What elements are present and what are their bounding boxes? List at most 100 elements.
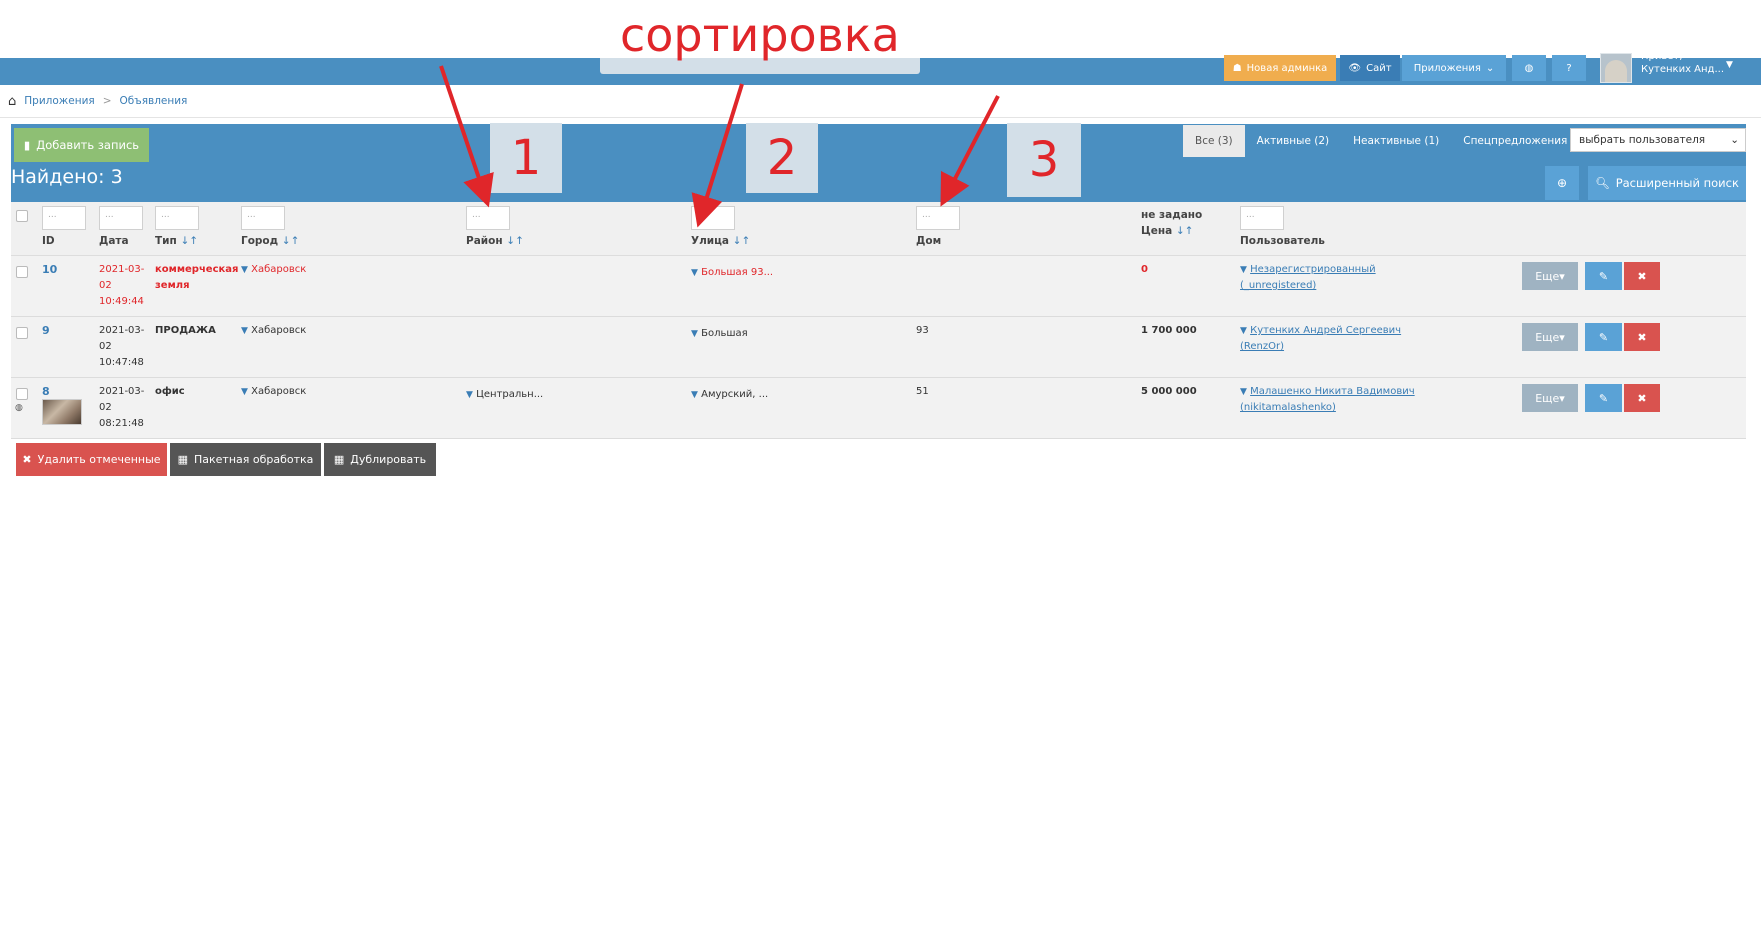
row-checkbox[interactable] (16, 327, 28, 339)
row-user[interactable]: ▼ Малашенко Никита Вадимович (nikitamala… (1240, 384, 1415, 416)
chevron-down-icon: ⌄ (1730, 134, 1739, 146)
user-link[interactable]: Кутенких Андрей Сергеевич (1250, 325, 1401, 336)
breadcrumb-item-ads[interactable]: Объявления (120, 95, 188, 107)
tab-inactive[interactable]: Неактивные (1) (1341, 125, 1451, 157)
filter-icon: ▼ (1240, 387, 1247, 397)
filter-street-input[interactable]: ... (691, 206, 735, 230)
annotation-number-2: 2 (746, 123, 818, 193)
row-date: 2021-03- 02 08:21:48 (99, 386, 145, 429)
edit-button[interactable]: ✎ (1585, 262, 1622, 290)
filter-district-input[interactable]: ... (466, 206, 510, 230)
search-icon: 🔍︎ (1595, 176, 1610, 190)
filter-id-input[interactable]: ... (42, 206, 86, 230)
chevron-down-icon: ⌄ (1485, 62, 1495, 74)
row-house: 51 (916, 386, 929, 397)
filter-icon: ▼ (691, 329, 698, 339)
price-note: не задано (1141, 209, 1203, 221)
delete-selected-button[interactable]: ✖ Удалить отмеченные (16, 443, 167, 476)
annotation-title: сортировка (620, 8, 900, 62)
tab-active[interactable]: Активные (2) (1245, 125, 1341, 157)
user-greeting[interactable]: Привет, Кутенких Анд... (1641, 50, 1724, 76)
site-button[interactable]: 👁 Сайт (1340, 55, 1400, 81)
add-record-button[interactable]: ▮ Добавить запись (14, 128, 149, 162)
col-price-header[interactable]: Цена ↓↑ (1141, 225, 1193, 237)
sort-arrows-icon[interactable]: ↓↑ (506, 235, 524, 247)
row-price: 5 000 000 (1141, 386, 1197, 397)
delete-button[interactable]: ✖ (1624, 262, 1660, 290)
row-user[interactable]: ▼ Незарегистрированный (_unregistered) (1240, 262, 1376, 294)
grid-icon: ▦ (177, 453, 188, 466)
edit-button[interactable]: ✎ (1585, 384, 1622, 412)
found-count: Найдено: 3 (11, 166, 123, 188)
breadcrumb: ⌂ Приложения > Объявления (0, 85, 1761, 118)
globe-button[interactable]: ◍ (1512, 55, 1546, 81)
user-login-link[interactable]: (RenzOr) (1240, 341, 1284, 352)
edit-button[interactable]: ✎ (1585, 323, 1622, 351)
row-price: 0 (1141, 264, 1148, 275)
eye-icon: 👁 (1348, 62, 1362, 74)
admin-icon: ☗ (1232, 62, 1242, 74)
sort-arrows-icon[interactable]: ↓↑ (282, 235, 300, 247)
row-user[interactable]: ▼ Кутенких Андрей Сергеевич (RenzOr) (1240, 323, 1401, 355)
user-link[interactable]: Малашенко Никита Вадимович (1250, 386, 1415, 397)
tab-all[interactable]: Все (3) (1183, 125, 1245, 157)
listing-thumbnail[interactable] (42, 399, 82, 425)
delete-button[interactable]: ✖ (1624, 323, 1660, 351)
caret-down-icon: ▾ (1559, 269, 1565, 283)
grid-icon: ▦ (333, 453, 345, 466)
col-type-header[interactable]: Тип ↓↑ (155, 235, 198, 247)
user-login-link[interactable]: (_unregistered) (1240, 280, 1316, 291)
row-city[interactable]: ▼ Хабаровск (241, 384, 306, 400)
help-button[interactable]: ? (1552, 55, 1586, 81)
home-icon[interactable]: ⌂ (8, 94, 16, 109)
user-login-link[interactable]: (nikitamalashenko) (1240, 402, 1336, 413)
more-dropdown[interactable]: Еще ▾ (1522, 262, 1578, 290)
filter-user-input[interactable]: ... (1240, 206, 1284, 230)
row-district[interactable]: ▼ Центральн... (466, 387, 543, 403)
col-city-header[interactable]: Город ↓↑ (241, 235, 299, 247)
row-date: 2021-03- 02 10:49:44 (99, 264, 145, 307)
col-street-header[interactable]: Улица ↓↑ (691, 235, 750, 247)
breadcrumb-item-apps[interactable]: Приложения (24, 95, 94, 107)
row-checkbox[interactable] (16, 266, 28, 278)
select-all-checkbox[interactable] (16, 210, 28, 222)
delete-button[interactable]: ✖ (1624, 384, 1660, 412)
filter-type-input[interactable]: ... (155, 206, 199, 230)
row-street[interactable]: ▼ Большая (691, 326, 748, 342)
duplicate-button[interactable]: ▦ Дублировать (324, 443, 436, 476)
filter-date-input[interactable]: ... (99, 206, 143, 230)
advanced-search-button[interactable]: 🔍︎ Расширенный поиск (1588, 166, 1746, 200)
sort-arrows-icon[interactable]: ↓↑ (733, 235, 751, 247)
sort-arrows-icon[interactable]: ↓↑ (180, 235, 198, 247)
row-city[interactable]: ▼ Хабаровск (241, 262, 306, 278)
row-street[interactable]: ▼ Амурский, ... (691, 387, 768, 403)
more-dropdown[interactable]: Еще ▾ (1522, 384, 1578, 412)
user-caret-icon[interactable]: ▼ (1726, 60, 1733, 70)
apps-dropdown[interactable]: Приложения ⌄ (1402, 55, 1506, 81)
filter-city-input[interactable]: ... (241, 206, 285, 230)
col-user-header[interactable]: Пользователь (1240, 235, 1325, 247)
status-tabs: Все (3) Активные (2) Неактивные (1) Спец… (1183, 125, 1598, 157)
col-district-header[interactable]: Район ↓↑ (466, 235, 524, 247)
row-street[interactable]: ▼ Большая 93... (691, 265, 773, 281)
new-admin-button[interactable]: ☗ Новая админка (1224, 55, 1336, 81)
batch-process-button[interactable]: ▦ Пакетная обработка (170, 443, 321, 476)
row-house: 93 (916, 325, 929, 336)
row-id-link[interactable]: 10 (42, 263, 57, 276)
row-checkbox[interactable] (16, 388, 28, 400)
row-id-link[interactable]: 8 (42, 385, 50, 398)
avatar[interactable] (1600, 53, 1632, 83)
col-date-header[interactable]: Дата (99, 235, 129, 247)
col-house-header[interactable]: Дом (916, 235, 941, 247)
user-select[interactable]: выбрать пользователя ⌄ (1570, 128, 1746, 152)
more-dropdown[interactable]: Еще ▾ (1522, 323, 1578, 351)
row-id-link[interactable]: 9 (42, 324, 50, 337)
row-type: ПРОДАЖА (155, 325, 216, 336)
add-filter-button[interactable]: ⊕ (1545, 166, 1579, 200)
row-city[interactable]: ▼ Хабаровск (241, 323, 306, 339)
user-link[interactable]: Незарегистрированный (1250, 264, 1376, 275)
col-id-header[interactable]: ID (42, 235, 55, 247)
sort-arrows-icon[interactable]: ↓↑ (1176, 225, 1194, 237)
filter-house-input[interactable]: ... (916, 206, 960, 230)
row-type: офис (155, 386, 185, 397)
